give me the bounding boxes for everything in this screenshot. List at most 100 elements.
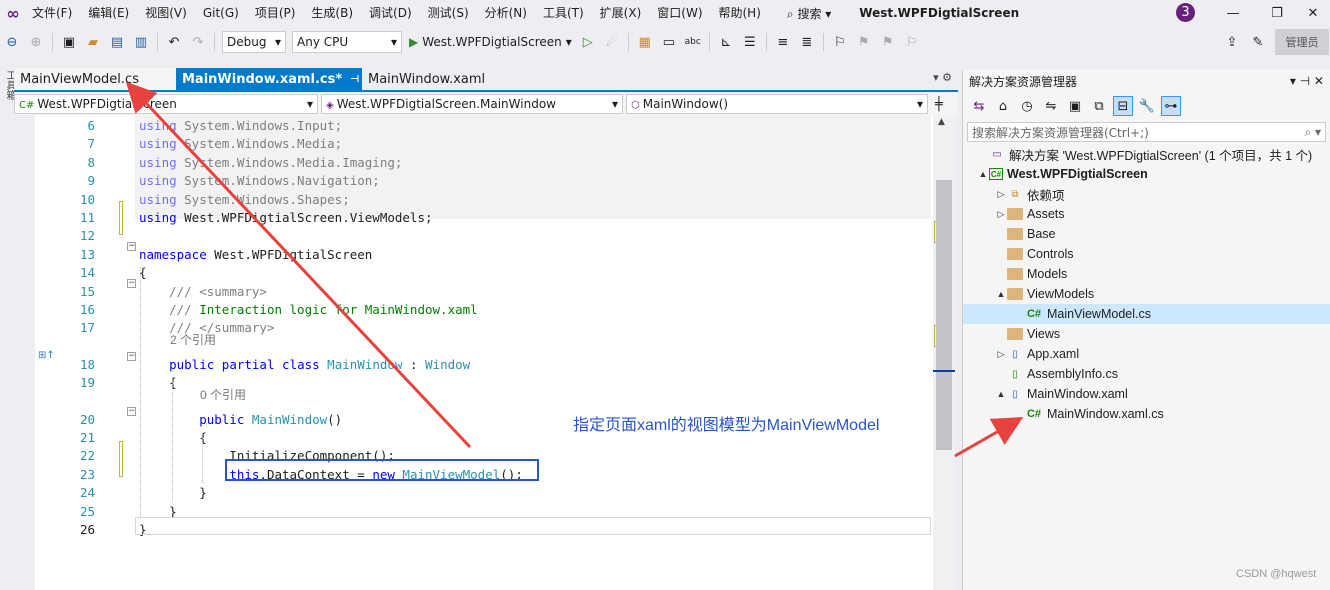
- show-all-icon[interactable]: ⧉: [1089, 96, 1109, 116]
- collapsed-arrow-icon[interactable]: ▷: [995, 189, 1007, 200]
- config-select[interactable]: Debug ▾: [222, 31, 286, 53]
- code-token: ///: [139, 283, 200, 299]
- comment-icon[interactable]: ≡: [773, 32, 793, 52]
- menu-item[interactable]: 工具(T): [535, 0, 592, 26]
- new-project-icon[interactable]: ▣: [59, 32, 79, 52]
- uncomment-icon[interactable]: ≣: [797, 32, 817, 52]
- hot-reload-icon[interactable]: ☄: [602, 32, 622, 52]
- menu-item[interactable]: 编辑(E): [80, 0, 137, 26]
- search-button[interactable]: ⌕ 搜索 ▾: [779, 5, 839, 22]
- inheritance-icon[interactable]: ⊞↑: [38, 350, 55, 361]
- menu-item[interactable]: 分析(N): [477, 0, 535, 26]
- properties-icon[interactable]: 🔧: [1137, 96, 1157, 116]
- back-icon[interactable]: ⊖: [2, 32, 22, 52]
- tree-item-label: Models: [1027, 267, 1068, 281]
- preview-icon[interactable]: ⊶: [1161, 96, 1181, 116]
- sync-icon[interactable]: ⇋: [1041, 96, 1061, 116]
- save-icon[interactable]: ▤: [107, 32, 127, 52]
- tab-mainwindow-xaml[interactable]: MainWindow.xaml: [362, 68, 512, 90]
- tree-item[interactable]: ▲ C# West.WPFDigtialScreen: [963, 164, 1330, 184]
- expanded-arrow-icon[interactable]: ▲: [977, 169, 989, 179]
- format-icon[interactable]: ☰: [740, 32, 760, 52]
- menu-item[interactable]: 视图(V): [137, 0, 195, 26]
- step-icon[interactable]: ⊾: [716, 32, 736, 52]
- member-select[interactable]: ⬡ MainWindow() ▾: [626, 94, 928, 114]
- spell-check-icon[interactable]: abc: [683, 32, 703, 52]
- tree-item[interactable]: ▲ ViewModels: [963, 284, 1330, 304]
- fold-ctor-icon[interactable]: −: [127, 407, 136, 416]
- menu-item[interactable]: Git(G): [195, 0, 247, 26]
- scroll-up-icon[interactable]: ▲: [938, 117, 945, 127]
- feedback-icon[interactable]: ✎: [1248, 32, 1268, 52]
- admin-button[interactable]: 管理员: [1275, 29, 1329, 55]
- filter-icon[interactable]: ⊟: [1113, 96, 1133, 116]
- fold-class-icon[interactable]: −: [127, 352, 136, 361]
- tree-item[interactable]: ▭ 解决方案 'West.WPFDigtialScreen' (1 个项目，共 1…: [963, 144, 1330, 164]
- layout-icon[interactable]: ▭: [659, 32, 679, 52]
- tab-mainviewmodel[interactable]: MainViewModel.cs: [14, 68, 176, 90]
- maximize-icon[interactable]: ❐: [1262, 2, 1292, 24]
- tab-mainwindow-xaml-cs[interactable]: MainWindow.xaml.cs* ⊣ ✕: [176, 68, 376, 90]
- solution-search-input[interactable]: 搜索解决方案资源管理器(Ctrl+;) ⌕ ▾: [967, 122, 1326, 142]
- minimize-icon[interactable]: —: [1218, 2, 1248, 24]
- tree-item[interactable]: Views: [963, 324, 1330, 344]
- open-folder-icon[interactable]: ▰: [83, 32, 103, 52]
- tree-item[interactable]: Controls: [963, 244, 1330, 264]
- tree-item[interactable]: ▲ ▯ MainWindow.xaml: [963, 384, 1330, 404]
- panel-controls[interactable]: ▾ ⊣ ✕: [1290, 74, 1324, 88]
- share-icon[interactable]: ⇪: [1222, 32, 1242, 52]
- menu-item[interactable]: 项目(P): [247, 0, 304, 26]
- split-icon[interactable]: ╪: [935, 97, 943, 112]
- menu-item[interactable]: 调试(D): [361, 0, 420, 26]
- fold-namespace-icon[interactable]: −: [127, 242, 136, 251]
- vs-switch-views-icon[interactable]: ⇆: [969, 96, 989, 116]
- undo-icon[interactable]: ↶: [164, 32, 184, 52]
- home-icon[interactable]: ⌂: [993, 96, 1013, 116]
- project-select[interactable]: C# West.WPFDigtialScreen ▾: [14, 94, 318, 114]
- menu-item[interactable]: 帮助(H): [711, 0, 769, 26]
- tree-item[interactable]: ▷ Assets: [963, 204, 1330, 224]
- menu-item[interactable]: 窗口(W): [649, 0, 710, 26]
- next-bookmark-icon[interactable]: ⚑: [878, 32, 898, 52]
- class-references-lens[interactable]: 2 个引用: [170, 331, 216, 348]
- bookmark-icon[interactable]: ⚐: [830, 32, 850, 52]
- history-icon[interactable]: ◷: [1017, 96, 1037, 116]
- notification-badge[interactable]: 3: [1176, 3, 1195, 22]
- browse-icon[interactable]: ▦: [635, 32, 655, 52]
- ctor-references-lens[interactable]: 0 个引用: [200, 386, 246, 403]
- clear-bookmark-icon[interactable]: ⚐: [902, 32, 922, 52]
- tree-item[interactable]: C# MainWindow.xaml.cs: [963, 404, 1330, 424]
- expanded-arrow-icon[interactable]: ▲: [995, 289, 1007, 299]
- expanded-arrow-icon[interactable]: ▲: [995, 389, 1007, 399]
- save-all-icon[interactable]: ▥: [131, 32, 151, 52]
- collapse-all-icon[interactable]: ▣: [1065, 96, 1085, 116]
- tree-item[interactable]: ▷ ▯ App.xaml: [963, 344, 1330, 364]
- close-icon[interactable]: ✕: [1298, 2, 1328, 24]
- forward-icon[interactable]: ⊕: [26, 32, 46, 52]
- tree-item[interactable]: ▷ ⧉ 依赖项: [963, 184, 1330, 204]
- platform-select[interactable]: Any CPU ▾: [292, 31, 402, 53]
- type-select[interactable]: ◈ West.WPFDigtialScreen.MainWindow ▾: [321, 94, 623, 114]
- menu-item[interactable]: 文件(F): [24, 0, 80, 26]
- prev-bookmark-icon[interactable]: ⚑: [854, 32, 874, 52]
- folder-icon: [1007, 208, 1023, 220]
- start-without-debug-icon[interactable]: ▷: [578, 32, 598, 52]
- redo-icon[interactable]: ↷: [188, 32, 208, 52]
- menu-item[interactable]: 生成(B): [303, 0, 361, 26]
- tree-item[interactable]: ▯ AssemblyInfo.cs: [963, 364, 1330, 384]
- collapsed-arrow-icon[interactable]: ▷: [995, 209, 1007, 220]
- pin-icon[interactable]: ⊣: [350, 74, 359, 85]
- code-editor[interactable]: 6 using System.Windows.Input; 7 using Syste…: [35, 115, 933, 590]
- tree-item[interactable]: Models: [963, 264, 1330, 284]
- tree-item[interactable]: Base: [963, 224, 1330, 244]
- start-button[interactable]: ▶ West.WPFDigtialScreen ▾: [409, 35, 572, 49]
- tab-dropdown-icon[interactable]: ▾ ⚙: [933, 71, 952, 84]
- scrollbar-thumb[interactable]: [936, 180, 952, 450]
- fold-summary-icon[interactable]: −: [127, 279, 136, 288]
- editor-scrollbar[interactable]: ▲: [933, 115, 955, 590]
- menu-item[interactable]: 扩展(X): [592, 0, 650, 26]
- menu-item[interactable]: 测试(S): [420, 0, 477, 26]
- tree-item[interactable]: C# MainViewModel.cs: [963, 304, 1330, 324]
- collapsed-arrow-icon[interactable]: ▷: [995, 349, 1007, 360]
- toolbox-strip[interactable]: 工具箱: [0, 62, 15, 590]
